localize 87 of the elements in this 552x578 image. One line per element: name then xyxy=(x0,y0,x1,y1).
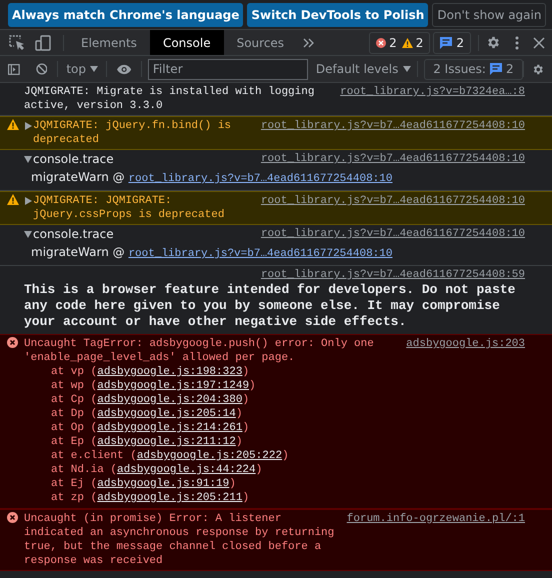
stack-frame-text: at wp ( xyxy=(51,380,98,392)
stack-frame-text: ) xyxy=(236,408,242,420)
more-tabs-icon[interactable] xyxy=(303,38,316,48)
stack-frame-text: at zp ( xyxy=(51,492,98,504)
stack-frame-text: migrateWarn @ xyxy=(31,245,126,259)
message-text: console.trace xyxy=(33,227,115,241)
stack-frame-text: ) xyxy=(242,366,250,378)
message-text: Uncaught TagError: adsbygoogle.push() error: Only one 'enable_page_level_ads' allowed per page. xyxy=(24,337,375,365)
stack-frame-text: ) xyxy=(242,394,250,406)
source-link[interactable]: forum.info-ogrzewanie.pl/:1 xyxy=(346,512,525,526)
stack-frame-link[interactable]: adsbygoogle.js:205:211 xyxy=(97,492,242,504)
stack-frame-text: ) xyxy=(242,422,250,434)
warning-count: 2 xyxy=(416,34,424,52)
message-text: JQMIGRATE: Migrate is installed with logging active, version 3.3.0 xyxy=(24,85,316,113)
stack-frame-link[interactable]: adsbygoogle.js:211:12 xyxy=(97,436,236,448)
stack-frame-text: at Nd.ia ( xyxy=(51,464,118,476)
stack-frame-link[interactable]: adsbygoogle.js:205:222 xyxy=(136,450,282,462)
language-button[interactable]: Always match Chrome's language xyxy=(8,2,244,26)
stack-frame-text: ) xyxy=(282,450,289,462)
eye-icon[interactable] xyxy=(116,64,132,74)
stack-frame-text: migrateWarn @ xyxy=(31,170,126,184)
stack-frame-text: at vp ( xyxy=(51,366,98,378)
caret-icon xyxy=(90,66,98,72)
panel-tab[interactable]: Sources xyxy=(224,30,298,55)
expanded-triangle-icon[interactable] xyxy=(24,230,32,238)
error-warning-counter[interactable]: 2 2 xyxy=(369,32,430,54)
language-button[interactable]: Don't show again xyxy=(432,2,546,26)
collapsed-triangle-icon[interactable] xyxy=(24,122,32,130)
stack-frame-text: at Ej ( xyxy=(51,478,98,490)
expanded-triangle-icon[interactable] xyxy=(24,155,32,163)
error-icon xyxy=(376,38,386,48)
stack-frame-link[interactable]: root_library.js?v=b7…4ead611677254408:10 xyxy=(128,248,392,260)
stack-frame-link[interactable]: adsbygoogle.js:197:1249 xyxy=(97,380,250,392)
stack-frame-link[interactable]: adsbygoogle.js:214:261 xyxy=(97,422,242,434)
stack-frame-text: at Op ( xyxy=(51,422,98,434)
stack-frame-text: ) xyxy=(242,492,250,504)
context-dropdown[interactable]: top xyxy=(58,60,106,78)
close-icon[interactable] xyxy=(533,36,545,48)
stack-frame-text: ) xyxy=(229,478,236,490)
warning-icon xyxy=(6,119,18,130)
source-link[interactable]: adsbygoogle.js:203 xyxy=(406,337,525,351)
stack-frame-text: at Dp ( xyxy=(51,408,98,420)
source-link[interactable]: root_library.js?v=b7…4ead611677254408:59 xyxy=(260,268,525,282)
stack-frame-link[interactable]: adsbygoogle.js:198:323 xyxy=(97,366,242,378)
message-text: JQMIGRATE: jQuery.fn.bind() is deprecated xyxy=(33,119,232,147)
source-link[interactable]: root_library.js?v=b7324ea…:8 xyxy=(340,85,525,99)
panel-tab[interactable]: Elements xyxy=(68,30,150,55)
issues-button[interactable]: 2 Issues: 2 xyxy=(424,58,523,80)
stack-frame-text: at Ep ( xyxy=(51,436,98,448)
log-levels-dropdown[interactable]: Default levels xyxy=(316,60,412,78)
stack-frame-text: ) xyxy=(236,436,242,448)
error-icon xyxy=(7,512,18,523)
stack-frame-text: at e.client ( xyxy=(51,450,137,462)
stack-frame-link[interactable]: adsbygoogle.js:44:224 xyxy=(117,464,256,476)
stack-frame-link[interactable]: adsbygoogle.js:91:19 xyxy=(97,478,230,490)
device-icon[interactable] xyxy=(35,34,51,50)
warning-message: This is a browser feature intended for developers. Do not paste any code here given to you by someone else. It may compromise your account or have other negative side effects. xyxy=(24,282,516,331)
message-icon xyxy=(440,36,452,48)
message-text: Uncaught (in promise) Error: A listener indicated an asynchronous response by returning true, but the message channel closed before a response was received xyxy=(24,512,335,568)
panel-tab[interactable]: Console xyxy=(150,30,224,55)
settings-icon[interactable] xyxy=(486,35,501,50)
more-options-icon[interactable] xyxy=(515,36,519,50)
warning-icon xyxy=(6,194,18,205)
collapsed-triangle-icon[interactable] xyxy=(24,197,32,205)
language-button[interactable]: Switch DevTools to Polish xyxy=(247,2,428,26)
clear-console-icon[interactable] xyxy=(36,62,48,76)
error-count: 2 xyxy=(389,34,397,52)
stack-frame-link[interactable]: adsbygoogle.js:204:380 xyxy=(97,394,242,406)
error-icon xyxy=(7,337,18,348)
source-link[interactable]: root_library.js?v=b7…4ead611677254408:10 xyxy=(260,152,525,166)
source-link[interactable]: root_library.js?v=b7…4ead611677254408:10 xyxy=(260,119,525,133)
message-text: console.trace xyxy=(33,152,115,166)
message-text: JQMIGRATE: JQMIGRATE: jQuery.cssProps is deprecated xyxy=(33,194,226,222)
stack-frame-link[interactable]: root_library.js?v=b7…4ead611677254408:10 xyxy=(128,173,392,185)
filter-field[interactable]: Filter xyxy=(148,58,308,80)
caret-icon xyxy=(403,66,412,72)
message-icon xyxy=(490,63,502,75)
source-link[interactable]: root_library.js?v=b7…4ead611677254408:10 xyxy=(260,227,525,241)
messages-counter[interactable]: 2 xyxy=(433,32,471,54)
stack-frame-link[interactable]: adsbygoogle.js:205:14 xyxy=(97,408,236,420)
stack-frame-text: ) xyxy=(249,380,256,392)
stack-frame-text: ) xyxy=(256,464,262,476)
source-link[interactable]: root_library.js?v=b7…4ead611677254408:10 xyxy=(260,194,525,208)
stack-frame-text: at Cp ( xyxy=(51,394,98,406)
inspect-icon[interactable] xyxy=(9,34,25,50)
warning-icon xyxy=(402,38,413,48)
sidebar-toggle-icon[interactable] xyxy=(8,62,20,76)
